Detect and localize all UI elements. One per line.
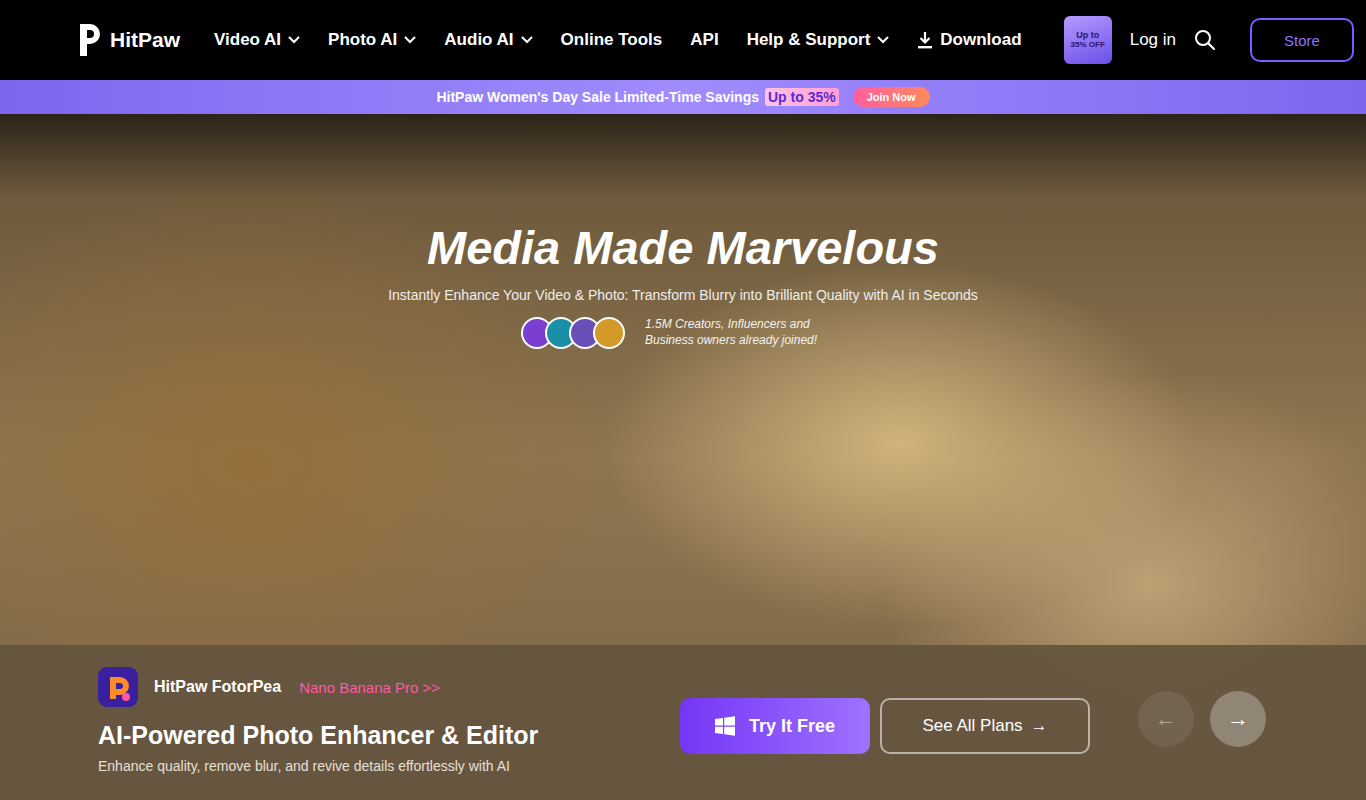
- nav-item[interactable]: Help & Support: [747, 30, 890, 50]
- hero-subtitle: Instantly Enhance Your Video & Photo: Tr…: [388, 287, 978, 303]
- product-name: HitPaw FotorPea: [154, 678, 281, 696]
- nav-actions: Up to 35% OFF Log in Store: [1064, 16, 1354, 64]
- login-link[interactable]: Log in: [1130, 30, 1176, 50]
- social-proof: 1.5M Creators, Influencers and Business …: [521, 317, 845, 349]
- download-icon: [917, 31, 933, 49]
- page: HitPaw Video AI Photo AI Audio AI Online…: [0, 0, 1366, 800]
- hero: Media Made Marvelous Instantly Enhance Y…: [0, 114, 1366, 800]
- brand-logo[interactable]: HitPaw: [78, 22, 180, 58]
- chevron-down-icon: [404, 36, 416, 44]
- carousel-arrow[interactable]: ←: [1138, 691, 1194, 747]
- nav-menu: Video AI Photo AI Audio AI Online Tools …: [214, 30, 1022, 50]
- nav-item[interactable]: Photo AI: [328, 30, 416, 50]
- join-now-button[interactable]: Join Now: [853, 87, 930, 107]
- chevron-down-icon: [877, 36, 889, 44]
- promo-banner: HitPaw Women's Day Sale Limited-Time Sav…: [0, 80, 1366, 114]
- nav-item[interactable]: Online Tools: [561, 30, 663, 50]
- product-info: HitPaw FotorPea Nano Banana Pro >> AI-Po…: [98, 645, 680, 774]
- nav-item[interactable]: Audio AI: [444, 30, 532, 50]
- hero-content: Media Made Marvelous Instantly Enhance Y…: [0, 114, 1366, 645]
- product-description: Enhance quality, remove blur, and revive…: [98, 758, 680, 774]
- chevron-down-icon: [521, 36, 533, 44]
- top-nav: HitPaw Video AI Photo AI Audio AI Online…: [0, 0, 1366, 80]
- hero-title: Media Made Marvelous: [427, 220, 939, 275]
- banner-highlight: Up to 35%: [765, 88, 839, 106]
- arrow-right-glyph: →: [1031, 716, 1048, 736]
- promo-badge[interactable]: Up to 35% OFF: [1064, 16, 1112, 64]
- social-proof-text: 1.5M Creators, Influencers and Business …: [645, 317, 845, 348]
- product-name-row: HitPaw FotorPea Nano Banana Pro >>: [98, 667, 680, 707]
- carousel-controls: ←→: [1138, 691, 1266, 747]
- product-headline: AI-Powered Photo Enhancer & Editor: [98, 721, 680, 750]
- see-all-plans-button[interactable]: See All Plans →: [880, 698, 1090, 754]
- windows-icon: [715, 716, 735, 736]
- brand-mark-icon: [78, 22, 102, 58]
- chevron-down-icon: [288, 36, 300, 44]
- carousel-arrow[interactable]: →: [1210, 691, 1266, 747]
- fotorpea-app-icon: [98, 667, 138, 707]
- try-free-button[interactable]: Try It Free: [680, 698, 870, 754]
- brand-name: HitPaw: [110, 28, 180, 52]
- product-tag-link[interactable]: Nano Banana Pro >>: [299, 679, 440, 696]
- nav-item[interactable]: Video AI: [214, 30, 300, 50]
- download-link[interactable]: Download: [917, 30, 1021, 50]
- avatar: [593, 317, 625, 349]
- search-icon[interactable]: [1194, 29, 1216, 51]
- product-panel: HitPaw FotorPea Nano Banana Pro >> AI-Po…: [0, 645, 1366, 800]
- nav-item[interactable]: API: [690, 30, 718, 50]
- banner-text: HitPaw Women's Day Sale Limited-Time Sav…: [436, 89, 759, 105]
- cta-buttons: Try It Free See All Plans →: [680, 698, 1090, 754]
- avatar-stack: [521, 317, 625, 349]
- store-button[interactable]: Store: [1250, 18, 1354, 62]
